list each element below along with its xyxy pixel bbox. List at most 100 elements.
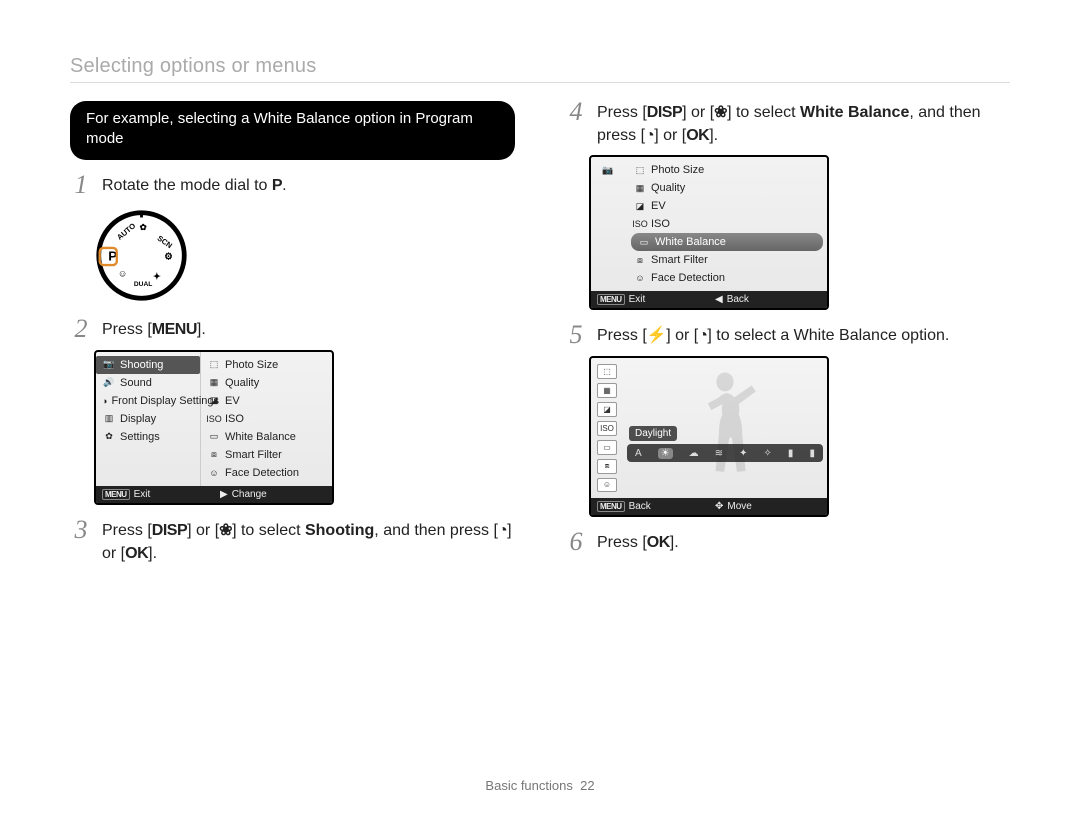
step-number: 2 (70, 316, 92, 342)
lcd-white-balance-select: ⬚▦◪ISO▭⧈☺ Daylight A☀☁≋✦✧▮▮ MENU Back ✥ … (589, 356, 829, 517)
t: ]. (670, 534, 679, 551)
menu-item-row: ⬚Photo Size (627, 161, 827, 179)
lcd-foot-left: MENU Exit (96, 486, 214, 503)
example-callout: For example, selecting a White Balance o… (70, 101, 515, 160)
step-number: 5 (565, 322, 587, 348)
step-text: Press [OK]. (597, 531, 679, 554)
t: ] or [ (666, 327, 698, 344)
menu-item-row: ◪EV (627, 197, 827, 215)
camera-icon: 📷 (595, 161, 623, 179)
step-2: 2 Press [MENU]. (70, 318, 515, 342)
flash-icon: ⚡ (647, 327, 666, 344)
menu-item-row: ISOISO (627, 215, 827, 233)
t: Press [ (597, 534, 647, 551)
lcd-foot-right: ◀ Back (709, 291, 827, 308)
wb-option-icon: ✦ (739, 448, 747, 459)
foot-text: Exit (629, 294, 646, 305)
svg-text:✦: ✦ (153, 271, 161, 282)
foot-text: Back (727, 294, 749, 305)
wb-side-icon: ▦ (597, 383, 617, 398)
wb-option-icon: ☁ (689, 448, 699, 459)
menu-category-row: 📷Shooting (96, 356, 200, 374)
foot-text: Exit (134, 489, 151, 500)
t: ]. (148, 545, 157, 562)
t: ] to select a White Balance option. (707, 327, 949, 344)
wb-option-icon: A (635, 448, 642, 459)
menu-category-row: ◑Front Display Settings (96, 392, 200, 410)
wb-option-icon: ▮ (788, 448, 794, 459)
step-text: Press [MENU]. (102, 318, 206, 341)
menu-item-row-selected: ▭White Balance (631, 233, 823, 251)
menu-tag: MENU (102, 489, 130, 500)
disp-glyph: DISP (647, 104, 682, 121)
step-4: 4 Press [DISP] or [❀] to select White Ba… (565, 101, 1010, 147)
step-number: 4 (565, 99, 587, 125)
lcd-menu-shooting: 📷Shooting🔊Sound◑Front Display Settings▥D… (94, 350, 334, 505)
t: ]. (709, 127, 718, 144)
wb-side-icon: ⬚ (597, 364, 617, 379)
right-column: 4 Press [DISP] or [❀] to select White Ba… (565, 101, 1010, 571)
wb-option-icon: ▮ (809, 448, 815, 459)
lcd-foot-left: MENU Back (591, 498, 709, 515)
ok-glyph: OK (686, 127, 709, 144)
macro-icon: ❀ (219, 522, 232, 539)
page-footer: Basic functions 22 (0, 778, 1080, 793)
page-section-title: Selecting options or menus (70, 55, 1010, 78)
macro-icon: ❀ (714, 104, 727, 121)
menu-item-row: ▦Quality (627, 179, 827, 197)
ok-glyph: OK (647, 534, 670, 551)
timer-icon: ◔ (645, 127, 654, 144)
foot-text: Back (629, 501, 651, 512)
menu-item-row: ISOISO (201, 410, 332, 428)
t: Press [ (597, 104, 647, 121)
wb-option-icon: ☀ (658, 448, 673, 459)
timer-icon: ◔ (498, 522, 507, 539)
wb-selected-label: Daylight (629, 426, 677, 441)
step-text: Rotate the mode dial to P. (102, 174, 287, 197)
menu-item-row: ⧈Smart Filter (201, 446, 332, 464)
bold-target: White Balance (800, 104, 909, 121)
lcd-foot-right: ✥ Move (709, 498, 827, 515)
bold-target: Shooting (305, 522, 374, 539)
header-divider (70, 82, 1010, 83)
t: ] or [ (682, 104, 714, 121)
text: Press [ (102, 321, 152, 338)
menu-category-row: ✿Settings (96, 428, 200, 446)
menu-item-row: ▭White Balance (201, 428, 332, 446)
step-number: 3 (70, 517, 92, 543)
person-silhouette-icon (680, 366, 770, 486)
ok-glyph: OK (125, 545, 148, 562)
menu-tag: MENU (597, 294, 625, 305)
move-icon: ✥ (715, 501, 723, 512)
step-6: 6 Press [OK]. (565, 531, 1010, 555)
foot-text: Move (727, 501, 751, 512)
wb-side-icon: ◪ (597, 402, 617, 417)
lcd-foot-left: MENU Exit (591, 291, 709, 308)
t: Press [ (102, 522, 152, 539)
menu-category-row: ▥Display (96, 410, 200, 428)
t: ] to select (232, 522, 305, 539)
step-5: 5 Press [⚡] or [◔] to select a White Bal… (565, 324, 1010, 348)
arrow-icon: ◀ (715, 294, 723, 305)
footer-section: Basic functions (485, 778, 572, 793)
menu-category-row: 🔊Sound (96, 374, 200, 392)
svg-text:DUAL: DUAL (134, 280, 152, 287)
t: ] or [ (187, 522, 219, 539)
menu-item-row: ▦Quality (201, 374, 332, 392)
wb-option-icon: ≋ (715, 448, 723, 459)
lcd-foot-right: ▶ Change (214, 486, 332, 503)
mode-p-glyph: P (272, 177, 282, 194)
menu-item-row: ☺Face Detection (201, 464, 332, 482)
mode-dial-illustration: P AUTO ✿ SCN ⚙ ✦ DUAL ☺ (94, 208, 515, 308)
step-3: 3 Press [DISP] or [❀] to select Shooting… (70, 519, 515, 565)
step-text: Press [⚡] or [◔] to select a White Balan… (597, 324, 949, 347)
t: ] or [ (654, 127, 686, 144)
t: ] to select (727, 104, 800, 121)
wb-side-icon: ISO (597, 421, 617, 436)
lcd-menu-white-balance: 📷 ⬚Photo Size▦Quality◪EVISOISO▭White Bal… (589, 155, 829, 310)
svg-text:✿: ✿ (140, 221, 148, 231)
wb-side-icon: ⧈ (597, 459, 617, 474)
step-number: 1 (70, 172, 92, 198)
foot-text: Change (232, 489, 267, 500)
step-1: 1 Rotate the mode dial to P. (70, 174, 515, 198)
